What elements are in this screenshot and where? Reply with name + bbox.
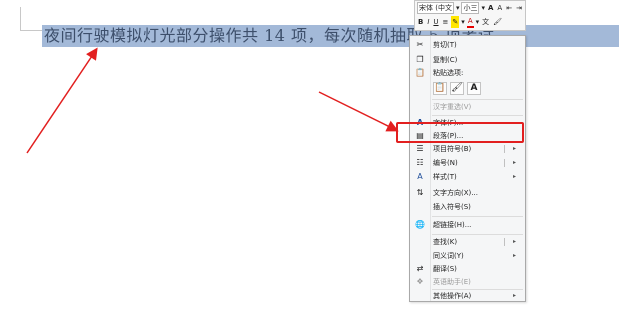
menu-item-copy[interactable]: ❐ 复制(C) bbox=[410, 54, 525, 66]
menu-item-other-actions[interactable]: 其他操作(A) ▸ bbox=[410, 290, 525, 302]
chevron-right-icon: ▸ bbox=[512, 238, 516, 245]
italic-button[interactable]: I bbox=[426, 16, 430, 28]
text-direction-icon: ⇅ bbox=[416, 188, 424, 197]
underline-button[interactable]: U bbox=[432, 16, 439, 28]
format-painter-icon[interactable]: 🖌 bbox=[492, 16, 503, 28]
bullets-icon: ☰ bbox=[416, 144, 424, 153]
menu-item-text-direction[interactable]: ⇅ 文字方向(X)... bbox=[410, 187, 525, 199]
english-assistant-icon: ❖ bbox=[416, 277, 424, 286]
chevron-right-icon: ▸ bbox=[512, 145, 516, 152]
menu-item-translate[interactable]: ⇄ 翻译(S) bbox=[410, 263, 525, 275]
translate-icon: ⇄ bbox=[416, 264, 424, 273]
chevron-down-icon[interactable]: ▾ bbox=[476, 18, 480, 26]
chevron-right-icon: ▸ bbox=[512, 292, 516, 299]
clipboard-icon: 📋 bbox=[415, 68, 425, 77]
menu-item-english-assistant[interactable]: ❖ 英语助手(E) bbox=[410, 276, 525, 288]
arrow-to-text bbox=[26, 47, 98, 154]
increase-indent-icon[interactable]: ⇥ bbox=[515, 2, 523, 14]
context-menu: ✂ 剪切(T) ❐ 复制(C) 📋 粘贴选项: 📋 🖌 A 汉字重选(V) A … bbox=[409, 35, 526, 302]
arrow-to-paragraph bbox=[318, 91, 399, 132]
chevron-down-icon[interactable]: ▾ bbox=[461, 18, 465, 26]
bold-button[interactable]: B bbox=[417, 16, 424, 28]
grow-font-button[interactable]: A bbox=[487, 2, 494, 14]
font-color-button[interactable]: A bbox=[466, 17, 474, 28]
numbering-icon: ☷ bbox=[416, 158, 424, 167]
paragraph-highlight-box bbox=[396, 122, 524, 143]
chevron-right-icon: ▸ bbox=[512, 252, 516, 259]
menu-item-find[interactable]: 查找(K) ▸ bbox=[410, 236, 525, 248]
shrink-font-button[interactable]: A bbox=[496, 2, 503, 14]
paste-options-row: 📋 🖌 A bbox=[433, 82, 481, 95]
menu-item-cut[interactable]: ✂ 剪切(T) bbox=[410, 39, 525, 51]
chevron-right-icon: ▸ bbox=[512, 173, 516, 180]
menu-item-numbering[interactable]: ☷ 编号(N) ▸ bbox=[410, 157, 525, 169]
menu-item-reconvert[interactable]: 汉字重选(V) bbox=[410, 101, 525, 113]
paste-text-only-icon[interactable]: A bbox=[467, 82, 481, 95]
menu-item-hyperlink[interactable]: 🌐 超链接(H)... bbox=[410, 219, 525, 231]
paste-merge-format-icon[interactable]: 🖌 bbox=[450, 82, 464, 95]
decrease-indent-icon[interactable]: ⇤ bbox=[505, 2, 513, 14]
menu-item-paste-options: 📋 粘贴选项: bbox=[415, 68, 464, 77]
chevron-down-icon[interactable]: ▾ bbox=[456, 4, 460, 12]
menu-item-synonyms[interactable]: 同义词(Y) ▸ bbox=[410, 250, 525, 262]
hyperlink-icon: 🌐 bbox=[415, 220, 425, 229]
paste-keep-format-icon[interactable]: 📋 bbox=[433, 82, 447, 95]
phonetic-guide-icon[interactable]: 文 bbox=[481, 16, 490, 28]
annotation-arrows bbox=[26, 47, 399, 154]
menu-item-styles[interactable]: A 样式(T) ▸ bbox=[410, 171, 525, 183]
menu-item-bullets[interactable]: ☰ 项目符号(B) ▸ bbox=[410, 143, 525, 155]
scissors-icon: ✂ bbox=[416, 40, 424, 49]
font-name-select[interactable]: 宋体 (中文 bbox=[417, 2, 454, 14]
chevron-right-icon: ▸ bbox=[512, 159, 516, 166]
highlight-color-icon[interactable]: ✎ bbox=[451, 16, 460, 28]
menu-item-insert-symbol[interactable]: 插入符号(S) bbox=[410, 201, 525, 213]
chevron-down-icon[interactable]: ▾ bbox=[481, 4, 485, 12]
mini-format-toolbar: 宋体 (中文 ▾ 小三 ▾ A A ⇤ ⇥ B I U ≡ ✎ ▾ A ▾ 文 … bbox=[414, 0, 526, 31]
copy-icon: ❐ bbox=[416, 55, 424, 64]
styles-icon: A bbox=[417, 172, 423, 181]
align-center-icon[interactable]: ≡ bbox=[442, 16, 450, 28]
font-size-select[interactable]: 小三 bbox=[461, 2, 480, 14]
